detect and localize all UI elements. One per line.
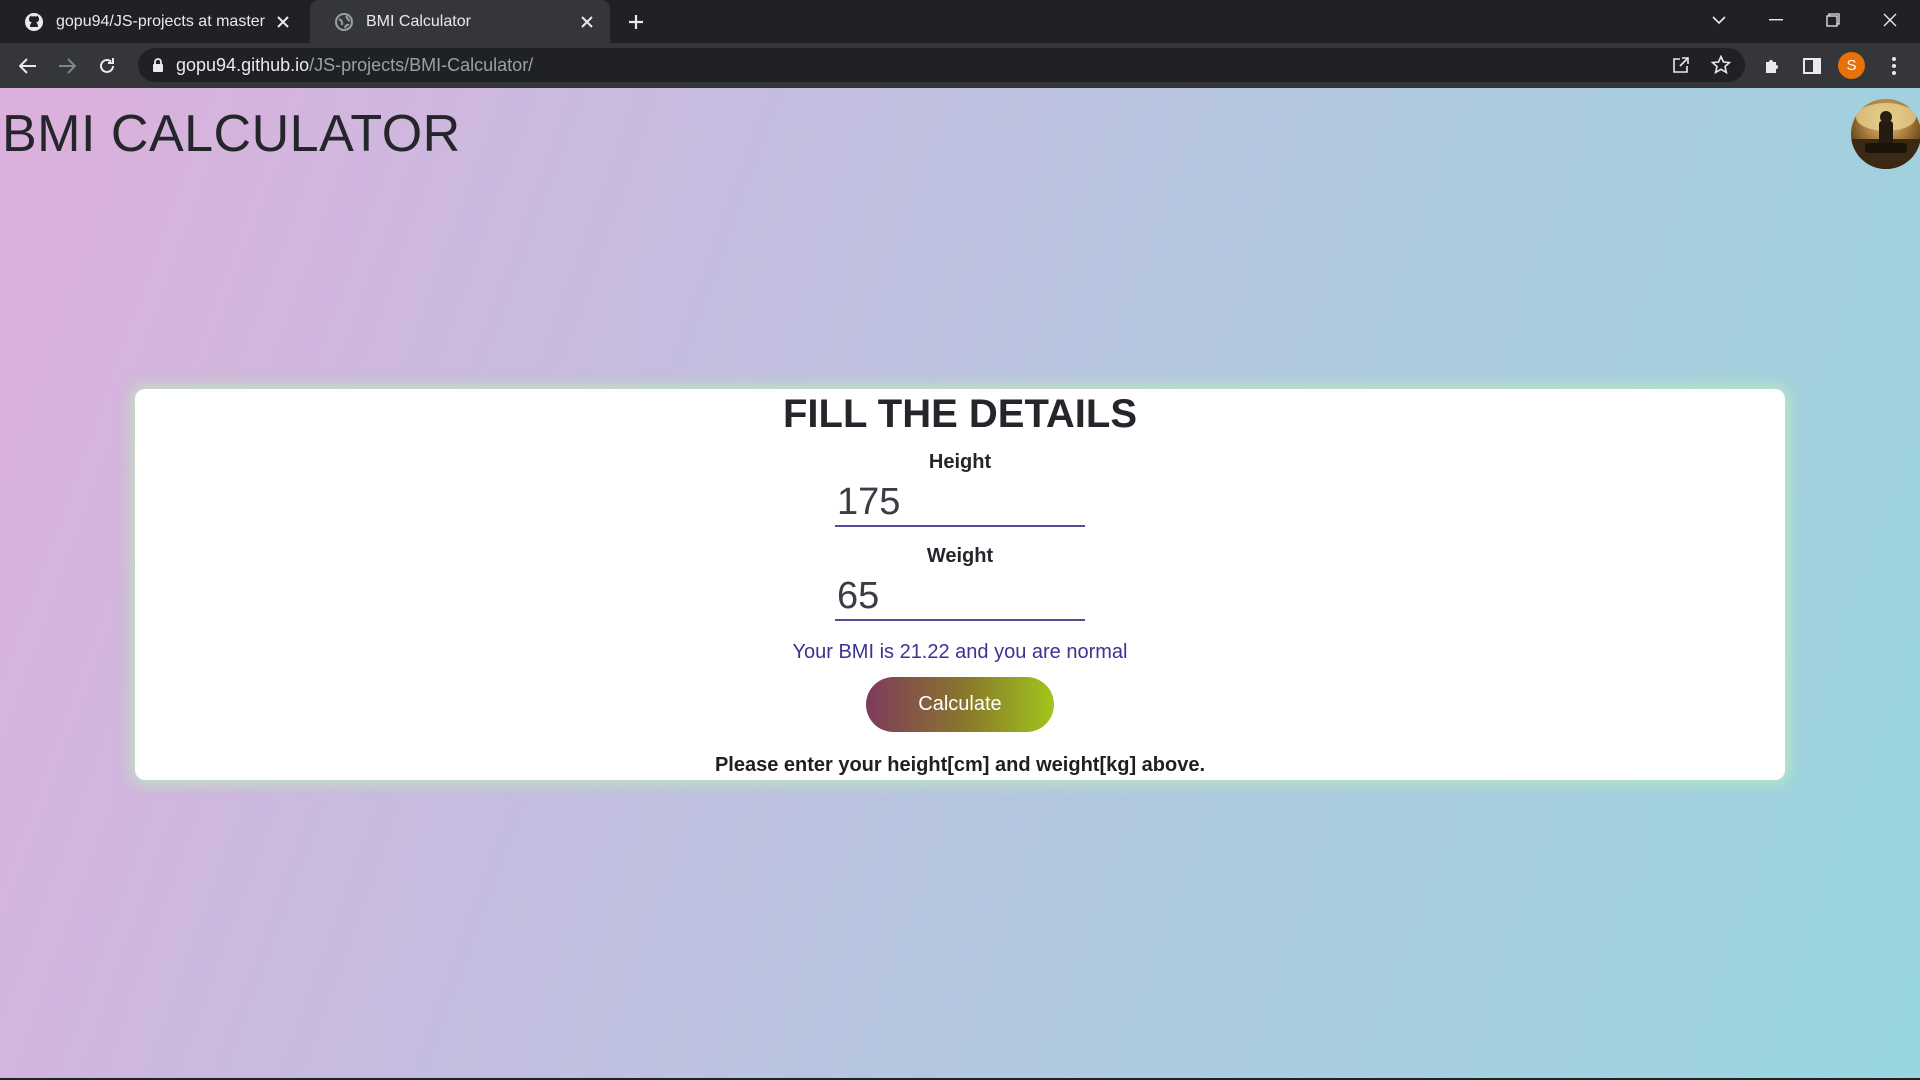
side-panel-icon[interactable] [1796, 50, 1828, 82]
bookmark-star-icon[interactable] [1708, 52, 1734, 78]
bmi-result: Your BMI is 21.22 and you are normal [792, 641, 1128, 663]
menu-icon[interactable] [1878, 50, 1910, 82]
back-icon[interactable] [12, 50, 44, 82]
close-icon[interactable] [270, 9, 296, 35]
tab-strip: gopu94/JS-projects at master BMI Calcula… [0, 0, 1920, 43]
tab-title: gopu94/JS-projects at master [56, 12, 265, 30]
reload-icon[interactable] [91, 50, 123, 82]
minimize-icon[interactable] [1748, 0, 1804, 40]
height-input[interactable] [835, 479, 1085, 527]
extensions-icon[interactable] [1756, 50, 1788, 82]
tab-bmi-calculator[interactable]: BMI Calculator [310, 0, 610, 43]
instruction-text: Please enter your height[cm] and weight[… [714, 754, 1206, 776]
new-tab-button[interactable] [622, 8, 650, 36]
close-icon[interactable] [574, 9, 600, 35]
tab-github[interactable]: gopu94/JS-projects at master [0, 0, 306, 43]
form-heading: FILL THE DETAILS [782, 392, 1138, 436]
avatar[interactable] [1851, 99, 1920, 169]
url-host: gopu94.github.io [176, 54, 310, 75]
share-icon[interactable] [1668, 52, 1694, 78]
address-bar[interactable]: gopu94.github.io /JS-projects/BMI-Calcul… [138, 48, 1745, 82]
close-window-icon[interactable] [1862, 0, 1918, 40]
restore-icon[interactable] [1805, 0, 1861, 40]
url-path: /JS-projects/BMI-Calculator/ [309, 54, 534, 75]
weight-input[interactable] [835, 573, 1085, 621]
browser-toolbar: gopu94.github.io /JS-projects/BMI-Calcul… [0, 43, 1920, 88]
tab-search-icon[interactable] [1691, 0, 1747, 40]
page-viewport: BMI CALCULATOR FILL THE DETAILS Height W… [0, 88, 1920, 1078]
lock-icon[interactable] [152, 58, 164, 72]
page-title: BMI CALCULATOR [2, 105, 461, 163]
profile-avatar[interactable]: S [1838, 52, 1865, 79]
bmi-form-card: FILL THE DETAILS Height Weight Your BMI … [135, 389, 1785, 780]
height-label: Height [928, 451, 992, 473]
calculate-button[interactable]: Calculate [866, 677, 1054, 732]
weight-label: Weight [926, 545, 994, 567]
github-icon [24, 12, 44, 32]
tab-title: BMI Calculator [366, 12, 471, 30]
forward-icon[interactable] [51, 50, 83, 82]
globe-icon [334, 12, 354, 32]
